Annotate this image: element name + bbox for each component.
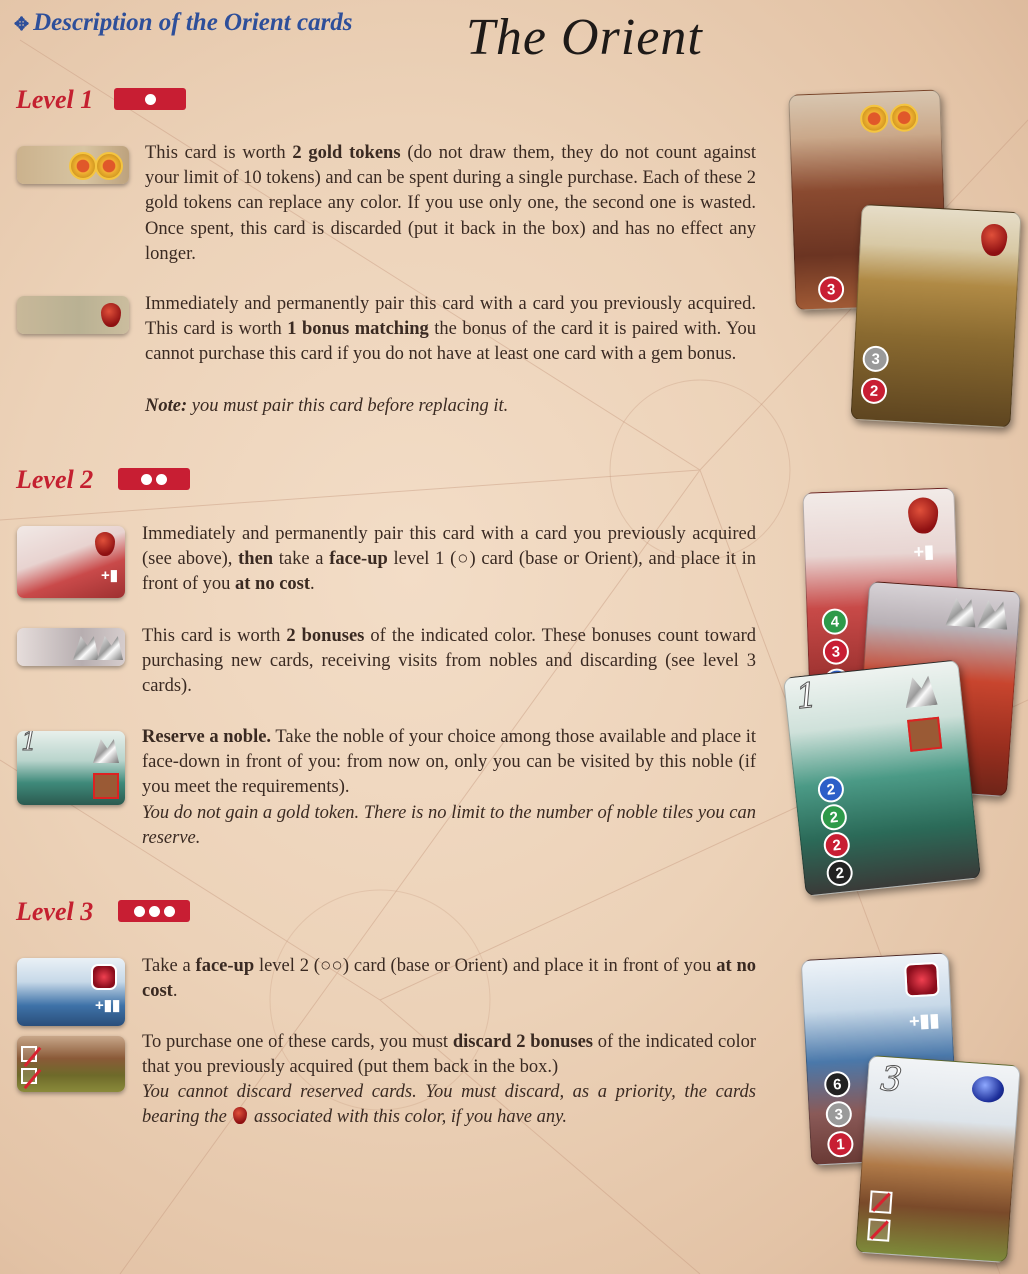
text-run: 1 bonus matching xyxy=(287,319,429,340)
cost-circle: 2 xyxy=(825,858,854,888)
plus-card-icon: +▮▮ xyxy=(908,1009,940,1032)
text-run: This card is worth xyxy=(145,143,293,163)
text-run: discard 2 bonuses xyxy=(452,1032,594,1052)
discard-icon xyxy=(21,1046,37,1062)
cost-circle: 2 xyxy=(822,830,852,860)
cost-circle: 3 xyxy=(817,275,845,303)
text-run: you must pair this card before replacing… xyxy=(187,396,509,416)
level-2-badge xyxy=(118,468,190,490)
sapphire-gem-icon xyxy=(971,1075,1005,1104)
compass-icon: ✥ xyxy=(14,14,30,34)
diamond-gem-icon xyxy=(903,675,938,708)
diamond-gem-icon xyxy=(977,600,1009,630)
cost-circle: 3 xyxy=(825,1100,853,1128)
discard-icon xyxy=(869,1190,893,1214)
level-2-heading: Level 2 xyxy=(16,465,94,494)
page-title: The Orient xyxy=(466,9,703,66)
card-number: 1 xyxy=(21,731,39,758)
discard-icon xyxy=(21,1068,37,1084)
noble-tile-icon xyxy=(907,716,943,752)
text-run: This card is worth xyxy=(142,626,287,646)
text-run: Reserve a noble. xyxy=(142,727,272,747)
diamond-gem-icon xyxy=(93,739,119,763)
text-run: To purchase one of these cards, you must xyxy=(142,1032,453,1052)
cost-circle: 3 xyxy=(862,345,890,373)
text-run: take a xyxy=(273,549,330,570)
card-number: 3 xyxy=(879,1058,904,1101)
diamond-gem-icon xyxy=(97,636,123,660)
level-3-heading: Level 3 xyxy=(16,897,94,926)
plus-card-icon: +▮ xyxy=(101,567,119,584)
level-2-double-bonus-paragraph: This card is worth 2 bonuses of the indi… xyxy=(142,624,756,700)
plus-card-icon: +▮▮ xyxy=(95,997,121,1014)
gold-token-icon xyxy=(69,152,97,180)
level-2-pair-paragraph: Immediately and permanently pair this ca… xyxy=(142,522,756,598)
level-1-heading: Level 1 xyxy=(16,85,94,114)
discard-icon xyxy=(867,1218,891,1242)
diamond-gem-icon xyxy=(945,597,977,627)
level-3-discard-paragraph: To purchase one of these cards, you must… xyxy=(142,1030,756,1080)
noble-tile-icon xyxy=(93,773,119,799)
level-2-double-bonus-thumb xyxy=(17,628,125,666)
cost-circle: 1 xyxy=(826,1130,855,1158)
text-run: face-up xyxy=(195,956,255,976)
cost-circle: 2 xyxy=(860,377,888,405)
level-3-badge xyxy=(118,900,190,922)
level-3-take-card-thumb: +▮▮ xyxy=(17,958,125,1026)
gold-token-icon xyxy=(889,103,919,133)
level-3-discard-card-thumb xyxy=(17,1036,125,1092)
ruby-drop-icon xyxy=(907,497,939,535)
level-1-pair-paragraph: Immediately and permanently pair this ca… xyxy=(145,292,756,368)
text-run: level 2 (○○) card (base or Orient) and p… xyxy=(254,956,717,976)
level-1-badge xyxy=(114,88,186,110)
level-2-pair-card-thumb: +▮ xyxy=(17,526,125,598)
gold-token-icon xyxy=(859,104,889,134)
ruby-drop-icon xyxy=(980,223,1008,257)
section-description-header: ✥ Description of the Orient cards xyxy=(14,9,353,36)
level-3-take-card-paragraph: Take a face-up level 2 (○○) card (base o… xyxy=(142,954,756,1004)
cost-circle: 4 xyxy=(821,608,849,636)
ruby-drop-icon xyxy=(95,532,115,556)
level-3-discard-card: 3 xyxy=(855,1054,1021,1264)
level-1-pair-note: Note: you must pair this card before rep… xyxy=(145,394,756,419)
text-run: Note: xyxy=(145,396,188,416)
text-run: 2 gold tokens xyxy=(292,143,401,163)
plus-card-icon: +▮ xyxy=(913,541,935,562)
text-run: . xyxy=(172,981,178,1002)
gold-token-icon xyxy=(95,152,123,180)
ruby-drop-icon xyxy=(101,303,121,327)
text-run: You do not gain a gold token. There is n… xyxy=(142,803,756,849)
text-run: at no cost xyxy=(235,574,311,595)
text-run: associated with this color, if you have … xyxy=(249,1107,567,1128)
level-2-reserve-noble-card: 1 2 2 2 2 xyxy=(782,659,982,897)
level-2-reserve-noble-paragraph: Reserve a noble. Take the noble of your … xyxy=(142,725,756,801)
ruby-gem-icon xyxy=(91,964,117,990)
level-2-reserve-noble-thumb: 1 xyxy=(17,731,125,805)
level-1-gold-card-thumb xyxy=(17,146,129,184)
ruby-drop-icon xyxy=(233,1107,248,1125)
text-run: . xyxy=(310,574,315,595)
cost-circle: 2 xyxy=(816,775,846,804)
cost-circle: 2 xyxy=(819,802,849,832)
level-1-pair-card: 3 2 xyxy=(850,203,1022,429)
card-number: 1 xyxy=(794,675,821,718)
text-run: then xyxy=(238,549,274,570)
level-1-gold-paragraph: This card is worth 2 gold tokens (do not… xyxy=(145,141,756,267)
cost-circle: 6 xyxy=(823,1070,851,1098)
level-1-pair-card-thumb xyxy=(17,296,129,334)
cost-circle: 3 xyxy=(822,638,850,666)
text-run: face-up xyxy=(329,549,388,570)
ruby-gem-icon xyxy=(904,961,940,998)
level-3-discard-note: You cannot discard reserved cards. You m… xyxy=(142,1080,756,1130)
level-2-reserve-noble-note: You do not gain a gold token. There is n… xyxy=(142,801,756,851)
text-run: Take a xyxy=(142,956,196,976)
text-run: 2 bonuses xyxy=(286,626,365,646)
diamond-gem-icon xyxy=(73,636,99,660)
